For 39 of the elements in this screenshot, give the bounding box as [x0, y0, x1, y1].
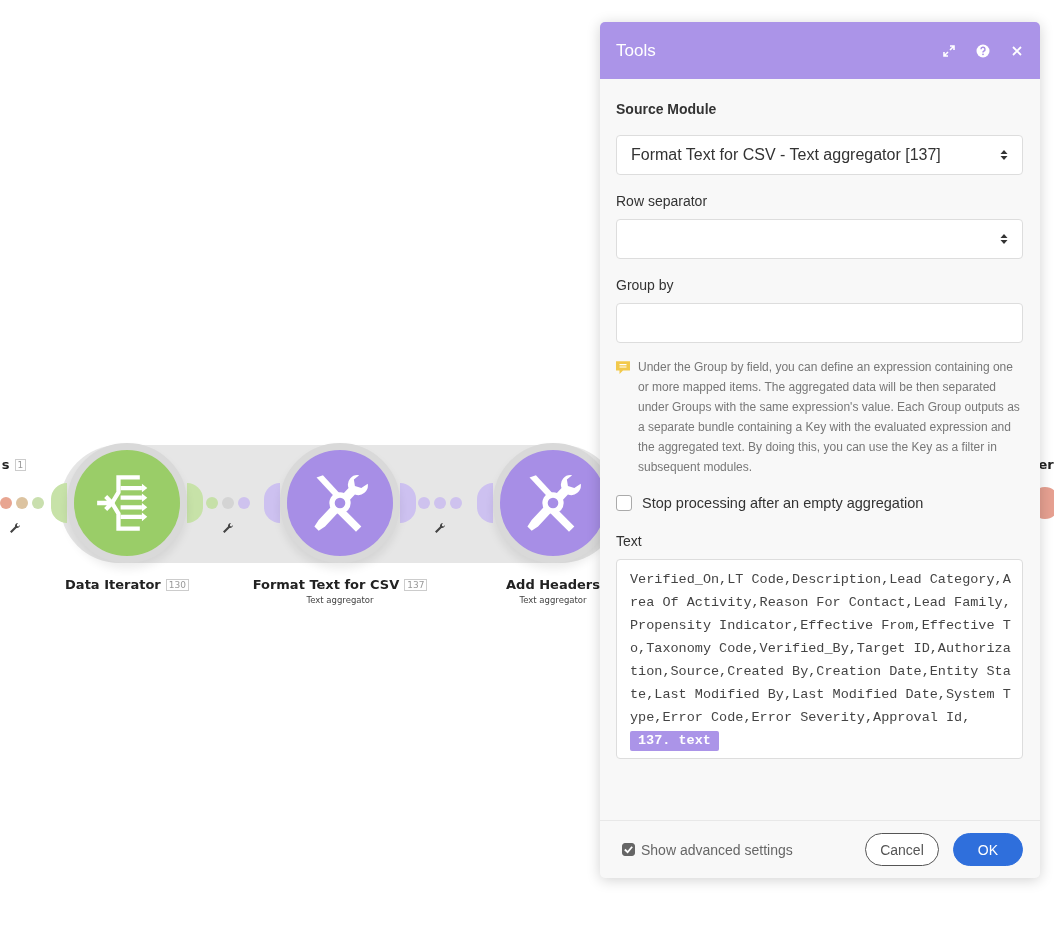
connector-dots[interactable]	[418, 497, 462, 509]
wrench-icon[interactable]	[434, 522, 446, 534]
checkbox-label: Show advanced settings	[641, 841, 793, 858]
module-label: Data Iterator	[65, 577, 161, 592]
connector-handle[interactable]	[51, 483, 67, 523]
ok-button[interactable]: OK	[952, 833, 1023, 866]
module-id: 130	[165, 578, 189, 591]
module-type: Text aggregator	[306, 595, 374, 605]
checkbox[interactable]	[622, 843, 635, 856]
module-type: Text aggregator	[519, 595, 587, 605]
dialog-title: Tools	[616, 40, 657, 61]
wrench-icon[interactable]	[222, 522, 234, 534]
sort-arrows-icon	[1000, 233, 1008, 245]
module-id: 1	[14, 458, 27, 471]
help-text: Under the Group by field, you can define an expression containing one or more mapped items. The aggregated data will be then separated under Groups with the same expression's value. Each Group outputs as a separate bundle containing a Key with the evaluated expression and the aggregated text. By doing this, you can use the Key as a filter in subsequent modules.	[638, 359, 1021, 476]
module-label: Format Text for CSV	[252, 577, 400, 592]
checkbox-label: Stop processing after an empty aggregation	[642, 495, 924, 511]
module-id: 137	[404, 578, 428, 591]
text-field[interactable]: Verified_On,LT Code,Description,Lead Category,Area Of Activity,Reason For Contact,Lead Family,Propensity Indicator,Effective From,Effective To,Taxonomy Code,Verified_By,Target ID,Authorization,Source,Created By,Creation Date,Entity State,Last Modified By,Last Modified Date,System Type,Error Code,Error Severity,Approval Id, 137. text	[616, 559, 1023, 759]
field-label: Text	[616, 533, 643, 549]
note-icon	[616, 360, 630, 374]
module-label: er	[1038, 457, 1054, 472]
wrench-icon[interactable]	[9, 522, 21, 534]
group-by-field[interactable]	[616, 303, 1023, 343]
field-label: Source Module	[616, 101, 718, 117]
connector-dots[interactable]	[206, 497, 250, 509]
help-icon[interactable]	[976, 43, 990, 58]
cancel-button[interactable]: Cancel	[865, 833, 939, 866]
field-label: Row separator	[616, 193, 709, 209]
field-label: Group by	[616, 277, 675, 293]
sort-arrows-icon	[1000, 149, 1008, 161]
source-module-select[interactable]: Format Text for CSV - Text aggregator [137]	[616, 135, 1023, 175]
row-separator-select[interactable]	[616, 219, 1023, 259]
module-label: s	[1, 457, 10, 472]
checkbox[interactable]	[616, 495, 632, 511]
close-icon[interactable]	[1010, 43, 1024, 58]
module-label: Add Headers	[506, 577, 600, 592]
expand-icon[interactable]	[942, 43, 956, 58]
connector-dots[interactable]	[0, 497, 44, 509]
